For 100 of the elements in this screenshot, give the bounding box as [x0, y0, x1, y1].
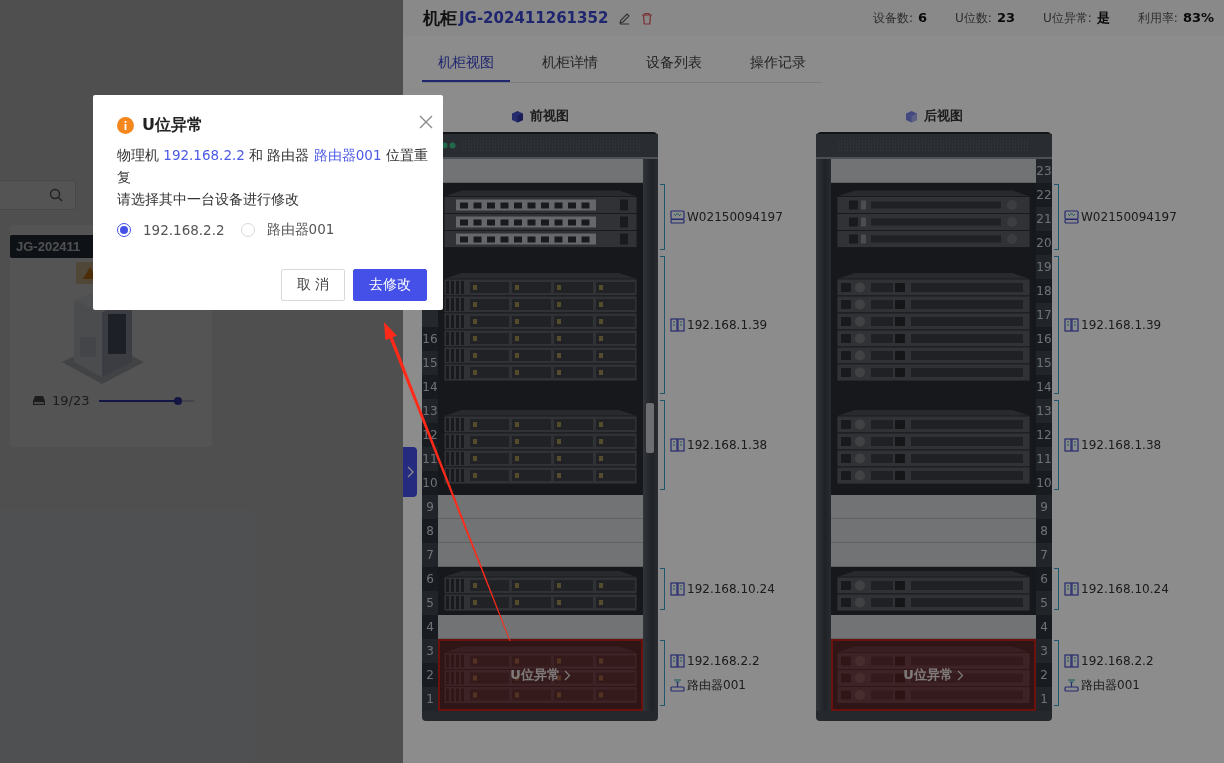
- unit-number: 2: [1036, 663, 1052, 687]
- view-title: 后视图: [924, 107, 963, 125]
- close-icon[interactable]: [419, 114, 433, 129]
- device-label[interactable]: 192.168.1.38: [687, 438, 768, 452]
- bracket-line: [660, 640, 665, 706]
- device-label[interactable]: 路由器001: [687, 676, 746, 694]
- usage-thumb[interactable]: [174, 396, 183, 405]
- device-label[interactable]: 192.168.2.2: [1081, 654, 1154, 668]
- stat-value: 83%: [1182, 9, 1214, 25]
- router-icon: [1064, 678, 1079, 692]
- unit-number: 22: [1036, 183, 1052, 207]
- device-label[interactable]: 192.168.1.39: [1081, 318, 1162, 332]
- tab[interactable]: 机柜视图: [422, 45, 510, 82]
- device-link[interactable]: 192.168.2.2: [163, 147, 245, 163]
- device-label[interactable]: 192.168.2.2: [687, 654, 760, 668]
- cabinet-title: 机柜: [423, 6, 457, 30]
- stat-label: U位数:: [955, 9, 992, 27]
- chevron-right-icon: [956, 669, 964, 681]
- server-icon: [1064, 582, 1079, 596]
- bracket-line: [1054, 640, 1059, 706]
- unit-number: 15: [422, 351, 438, 375]
- stat-label: 设备数:: [873, 9, 914, 27]
- device-label[interactable]: W02150094197: [687, 210, 783, 224]
- device-label[interactable]: 192.168.10.24: [1081, 582, 1169, 596]
- unit-number: 11: [422, 447, 438, 471]
- unit-number: 16: [1036, 327, 1052, 351]
- device-label[interactable]: 路由器001: [1081, 676, 1140, 694]
- alert-link[interactable]: U位异常: [510, 666, 571, 684]
- alert-link[interactable]: U位异常: [903, 666, 964, 684]
- unit-number: 18: [1036, 279, 1052, 303]
- server-icon: [1064, 654, 1079, 668]
- unit-number: 8: [422, 519, 438, 543]
- delete-icon[interactable]: [641, 11, 654, 25]
- unit-number: 7: [422, 543, 438, 567]
- unit-number: 5: [1036, 591, 1052, 615]
- unit-number: 20: [1036, 231, 1052, 255]
- unit-number: 9: [1036, 495, 1052, 519]
- unit-number: 2: [422, 663, 438, 687]
- unit-number: 4: [1036, 615, 1052, 639]
- device-label[interactable]: W02150094197: [1081, 210, 1177, 224]
- unit-number: 9: [422, 495, 438, 519]
- unit-number: 11: [1036, 447, 1052, 471]
- rail-handle[interactable]: [646, 403, 654, 453]
- device-link[interactable]: 路由器001: [313, 147, 382, 163]
- unit-number: 10: [1036, 471, 1052, 495]
- switch-icon: [670, 210, 685, 224]
- device-label[interactable]: 192.168.1.39: [687, 318, 768, 332]
- unit-number: 16: [422, 327, 438, 351]
- unit-number: 5: [422, 591, 438, 615]
- server-icon: [1064, 438, 1079, 452]
- tab[interactable]: 机柜详情: [526, 45, 614, 82]
- cancel-button[interactable]: 取 消: [280, 269, 345, 301]
- server-icon: [670, 318, 685, 332]
- dialog-message: 物理机 192.168.2.2 和 路由器 路由器001 位置重复: [117, 146, 429, 187]
- unit-number: 13: [1036, 399, 1052, 423]
- unit-number: 4: [422, 615, 438, 639]
- edit-icon[interactable]: [618, 11, 632, 25]
- unit-number: 23: [1036, 159, 1052, 183]
- stat-label: 利用率:: [1137, 9, 1178, 27]
- unit-number: 1: [422, 687, 438, 711]
- bracket-line: [1054, 184, 1059, 250]
- tab[interactable]: 设备列表: [630, 45, 718, 82]
- info-icon: [117, 117, 134, 134]
- switch-icon: [1064, 210, 1079, 224]
- cabinet-code: JG-202411261352: [459, 9, 609, 27]
- unit-number: 1: [1036, 687, 1052, 711]
- tab[interactable]: 操作记录: [734, 45, 822, 82]
- unit-number: 13: [422, 399, 438, 423]
- radio-button[interactable]: [117, 223, 131, 237]
- server-icon: [1064, 318, 1079, 332]
- server-icon: [670, 438, 685, 452]
- unit-number: 12: [1036, 423, 1052, 447]
- dialog-title: U位异常: [142, 115, 203, 136]
- chevron-right-icon: [563, 669, 571, 681]
- confirm-button[interactable]: 去修改: [353, 269, 427, 301]
- chevron-right-icon: [406, 466, 414, 478]
- dialog-prompt: 请选择其中一台设备进行修改: [117, 190, 300, 209]
- device-label[interactable]: 192.168.10.24: [687, 582, 775, 596]
- stat-value: 是: [1096, 9, 1110, 27]
- device-label[interactable]: 192.168.1.38: [1081, 438, 1162, 452]
- unit-number: 7: [1036, 543, 1052, 567]
- search-icon: [49, 188, 63, 202]
- unit-number: 21: [1036, 207, 1052, 231]
- unit-number: 17: [1036, 303, 1052, 327]
- server-icon: [670, 654, 685, 668]
- cube-icon: [511, 109, 524, 123]
- unit-number: 3: [1036, 639, 1052, 663]
- bracket-line: [660, 568, 665, 610]
- server-icon: [670, 582, 685, 596]
- search-field[interactable]: [0, 180, 76, 210]
- collapse-handle[interactable]: [403, 447, 417, 497]
- bracket-line: [1054, 568, 1059, 610]
- unit-number: 8: [1036, 519, 1052, 543]
- unit-number: 6: [422, 567, 438, 591]
- cube-icon: [905, 109, 918, 123]
- usage-count: 19/23: [52, 393, 90, 408]
- option-label: 路由器001: [266, 221, 335, 239]
- stat-value: 6: [918, 9, 928, 25]
- router-icon: [670, 678, 685, 692]
- stat-value: 23: [996, 9, 1015, 25]
